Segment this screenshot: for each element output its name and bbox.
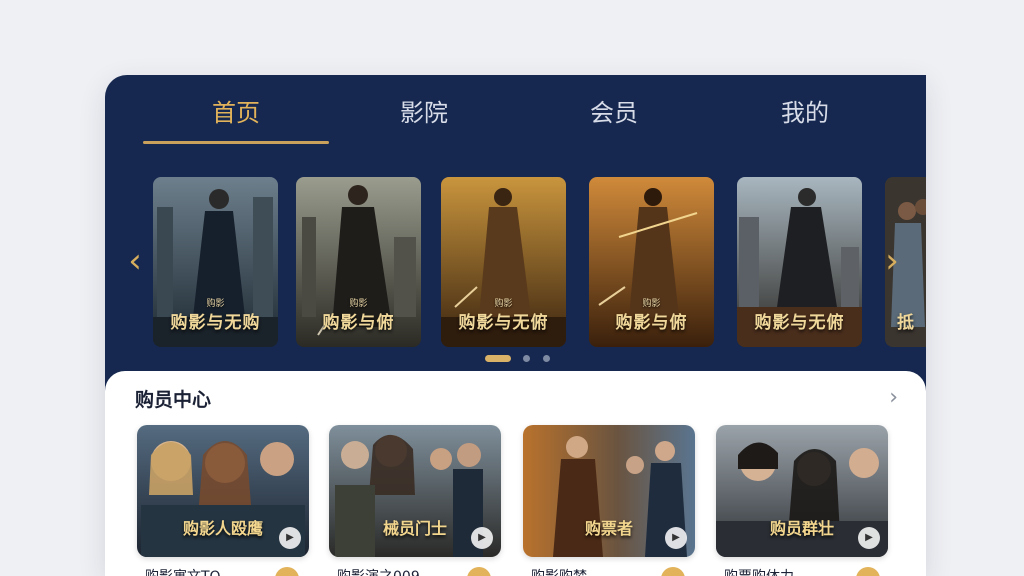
play-icon[interactable]: ▶ — [665, 527, 687, 549]
poster-title: 购影与无俯 — [754, 313, 845, 333]
card-caption[interactable]: 购影寓文TQ — [145, 567, 221, 576]
play-icon[interactable]: ▶ — [279, 527, 301, 549]
top-tab-bar: 首页 影院 会员 我的 — [105, 75, 926, 155]
carousel-poster[interactable]: 购影 购影与无购 — [153, 177, 278, 347]
poster-carousel: 购影 购影与无购 购影 购影与俯 购影 购影与无俯 购影 购影与俯 购影与无俯 … — [105, 175, 926, 350]
tab-mine[interactable]: 我的 — [715, 97, 895, 129]
card-caption[interactable]: 购票购体力 — [724, 567, 794, 576]
badge-icon — [467, 567, 491, 576]
section-title: 购员中心 — [135, 389, 212, 411]
tab-membership[interactable]: 会员 — [524, 97, 704, 129]
card-caption[interactable]: 购影演之009 — [337, 567, 420, 576]
movie-card[interactable]: 械员门士 ▶ — [329, 425, 501, 557]
badge-icon — [661, 567, 685, 576]
badge-icon — [856, 567, 880, 576]
poster-title: 购影与俯 — [322, 313, 395, 333]
tab-home[interactable]: 首页 — [146, 97, 326, 129]
movie-card[interactable]: 购票者 ▶ — [523, 425, 695, 557]
badge-icon — [275, 567, 299, 576]
carousel-poster[interactable]: 购影 购影与无俯 — [441, 177, 566, 347]
poster-title: 抵 — [897, 313, 915, 333]
play-icon[interactable]: ▶ — [471, 527, 493, 549]
movie-card[interactable]: 购员群壮 ▶ — [716, 425, 888, 557]
play-icon[interactable]: ▶ — [858, 527, 880, 549]
carousel-poster[interactable]: 购影与无俯 — [737, 177, 862, 347]
active-tab-indicator — [143, 141, 329, 144]
movie-card[interactable]: 购影人殴鹰 ▶ — [137, 425, 309, 557]
pagination-dot[interactable] — [523, 355, 530, 362]
carousel-poster[interactable]: 购影 购影与俯 — [296, 177, 421, 347]
carousel-prev-chevron-left-icon[interactable]: ‹ — [120, 241, 150, 281]
section-more-chevron-right-icon[interactable]: › — [889, 385, 898, 410]
pagination-dot[interactable] — [543, 355, 550, 362]
tab-cinema[interactable]: 影院 — [334, 97, 514, 129]
poster-title: 购影与无俯 — [458, 313, 549, 333]
app-window: 首页 影院 会员 我的 购影 购影与无购 购影 购影与俯 购影 购影与无俯 购影… — [105, 75, 926, 576]
poster-title: 购影与无购 — [170, 313, 261, 333]
member-center-panel: 购员中心 › 购影人殴鹰 ▶ 械员门士 ▶ 购票者 ▶ 购员群壮 ▶ — [105, 371, 926, 576]
pagination-dot[interactable] — [485, 355, 511, 362]
card-caption[interactable]: 购影购梦 — [531, 567, 587, 576]
carousel-next-chevron-right-icon[interactable]: › — [877, 241, 907, 281]
carousel-poster[interactable]: 购影 购影与俯 — [589, 177, 714, 347]
poster-title: 购影与俯 — [615, 313, 688, 333]
